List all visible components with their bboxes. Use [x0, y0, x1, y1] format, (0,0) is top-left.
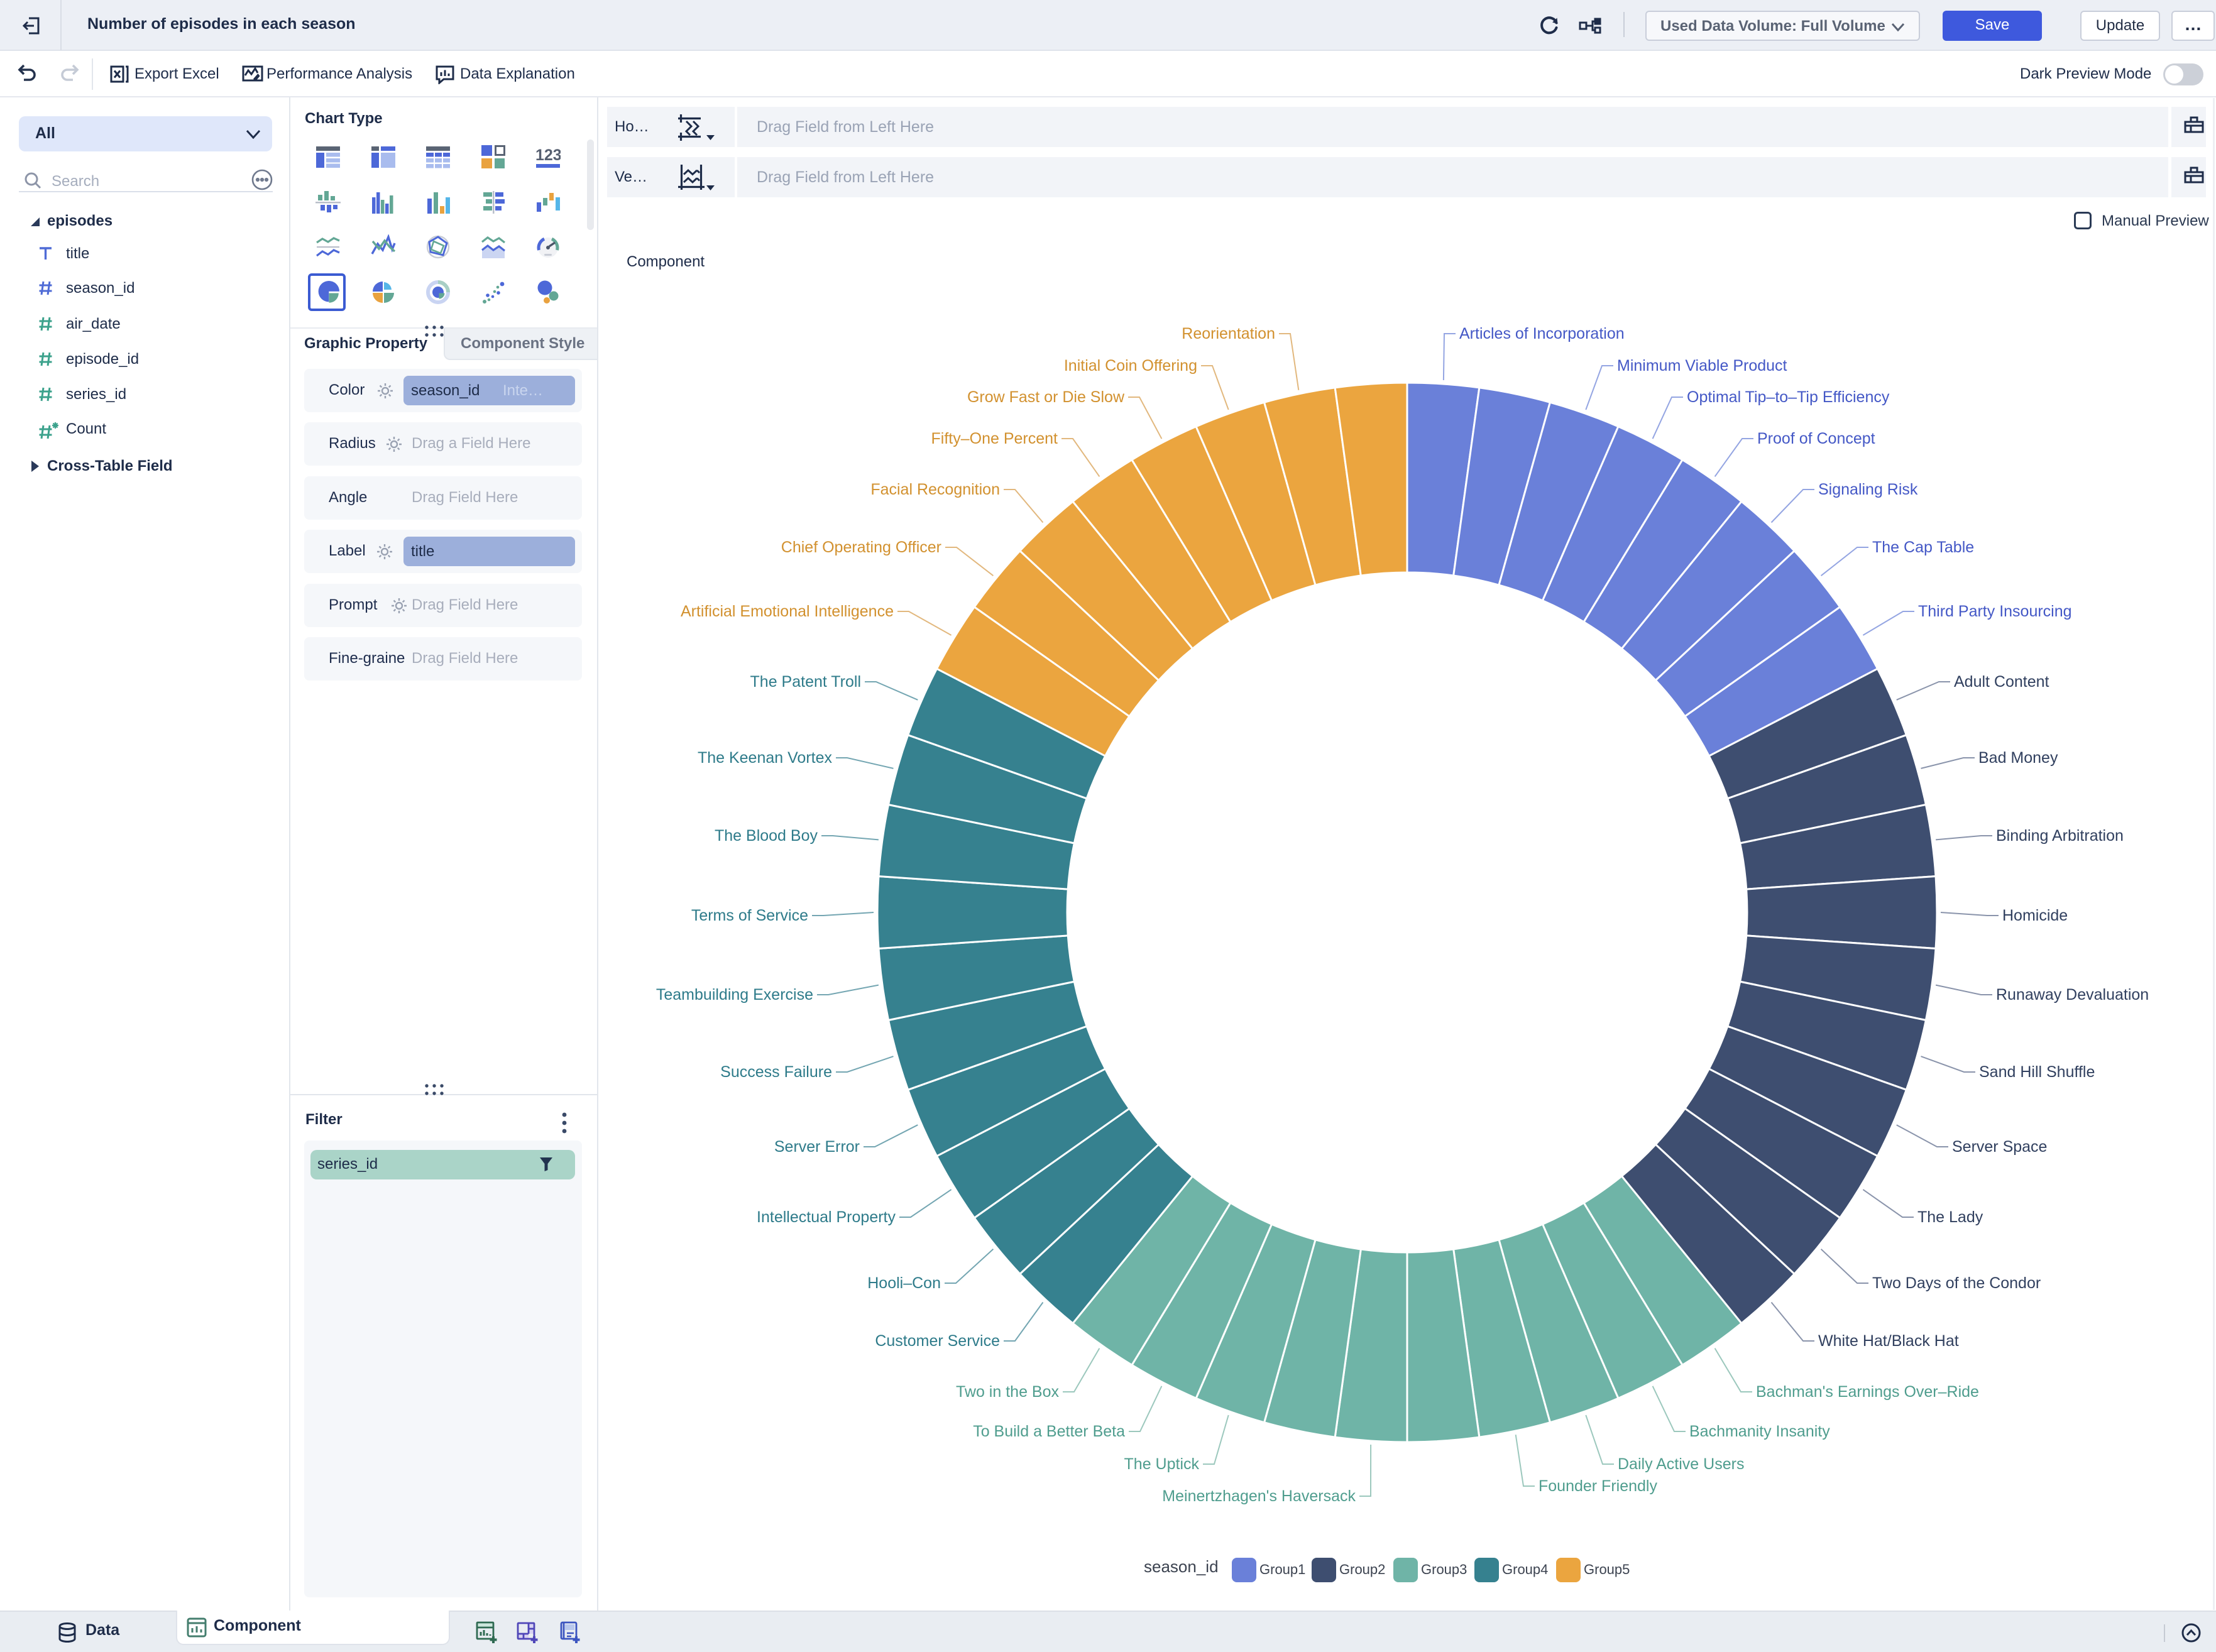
svg-text:Bachman's Earnings Over–Ride: Bachman's Earnings Over–Ride	[1756, 1383, 1979, 1401]
svg-text:Chief Operating Officer: Chief Operating Officer	[781, 539, 941, 556]
svg-text:Hooli–Con: Hooli–Con	[867, 1274, 941, 1292]
svg-text:Success Failure: Success Failure	[720, 1063, 832, 1081]
svg-text:Meinertzhagen's Haversack: Meinertzhagen's Haversack	[1162, 1487, 1356, 1505]
svg-text:Two in the Box: Two in the Box	[956, 1383, 1059, 1401]
svg-text:Bachmanity Insanity: Bachmanity Insanity	[1689, 1423, 1830, 1440]
svg-text:Customer Service: Customer Service	[875, 1332, 1000, 1350]
svg-text:Articles of Incorporation: Articles of Incorporation	[1459, 325, 1625, 342]
svg-text:The Lady: The Lady	[1917, 1208, 1983, 1226]
svg-text:Adult Content: Adult Content	[1954, 673, 2049, 691]
svg-text:To Build a Better Beta: To Build a Better Beta	[973, 1423, 1125, 1440]
svg-text:Reorientation: Reorientation	[1182, 325, 1275, 342]
svg-text:Homicide: Homicide	[2002, 907, 2068, 924]
svg-text:The Blood Boy: The Blood Boy	[715, 827, 818, 845]
svg-text:The Uptick: The Uptick	[1124, 1455, 1200, 1473]
svg-text:Facial Recognition: Facial Recognition	[870, 481, 1000, 498]
svg-text:Minimum Viable Product: Minimum Viable Product	[1617, 357, 1787, 375]
svg-text:Optimal Tip–to–Tip Efficiency: Optimal Tip–to–Tip Efficiency	[1687, 388, 1890, 406]
svg-text:Proof of Concept: Proof of Concept	[1757, 430, 1875, 447]
svg-text:Two Days of the Condor: Two Days of the Condor	[1872, 1274, 2041, 1292]
svg-text:Founder Friendly: Founder Friendly	[1539, 1477, 1657, 1495]
svg-text:Artificial Emotional Intellige: Artificial Emotional Intelligence	[681, 603, 894, 620]
svg-text:Third Party Insourcing: Third Party Insourcing	[1918, 603, 2072, 620]
svg-text:Intellectual Property: Intellectual Property	[757, 1208, 896, 1226]
svg-text:Teambuilding Exercise: Teambuilding Exercise	[656, 986, 813, 1004]
svg-text:Server Error: Server Error	[774, 1138, 860, 1156]
svg-text:Binding Arbitration: Binding Arbitration	[1996, 827, 2124, 845]
svg-text:White Hat/Black Hat: White Hat/Black Hat	[1818, 1332, 1959, 1350]
svg-text:Runaway Devaluation: Runaway Devaluation	[1996, 986, 2149, 1004]
svg-text:Fifty–One Percent: Fifty–One Percent	[931, 430, 1058, 447]
svg-text:The Keenan Vortex: The Keenan Vortex	[698, 749, 833, 767]
svg-text:Bad Money: Bad Money	[1978, 749, 2058, 767]
svg-text:Initial Coin Offering: Initial Coin Offering	[1064, 357, 1197, 375]
svg-text:The Cap Table: The Cap Table	[1872, 539, 1974, 556]
svg-text:Sand Hill Shuffle: Sand Hill Shuffle	[1979, 1063, 2095, 1081]
svg-text:The Patent Troll: The Patent Troll	[750, 673, 861, 691]
svg-text:Terms of Service: Terms of Service	[691, 907, 808, 924]
svg-text:Server Space: Server Space	[1952, 1138, 2047, 1156]
svg-text:Grow Fast or Die Slow: Grow Fast or Die Slow	[967, 388, 1125, 406]
svg-text:Daily Active Users: Daily Active Users	[1618, 1455, 1744, 1473]
svg-text:Signaling Risk: Signaling Risk	[1818, 481, 1918, 498]
